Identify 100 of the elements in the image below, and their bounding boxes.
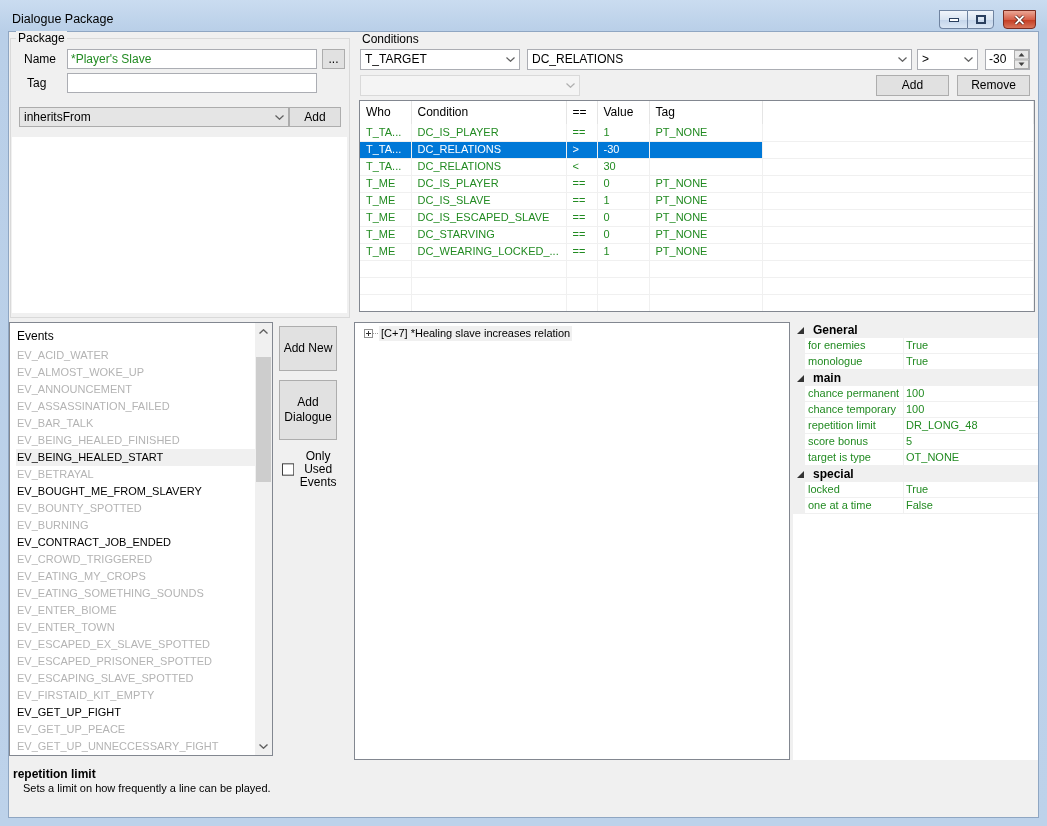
name-label: Name [24, 51, 56, 66]
action-button[interactable]: Add Dialogue [279, 380, 337, 440]
table-cell: DC_IS_PLAYER [411, 175, 566, 192]
table-cell: T_ME [360, 175, 411, 192]
chevron-down-icon [898, 57, 907, 62]
property-value[interactable]: True [904, 338, 1038, 354]
table-cell: T_TA... [360, 124, 411, 141]
name-field[interactable]: *Player's Slave [67, 49, 317, 69]
property-name: locked [805, 482, 904, 498]
table-cell: == [566, 243, 597, 260]
window-title: Dialogue Package [12, 12, 115, 26]
chevron-down-icon [275, 114, 284, 120]
column-header[interactable]: Value [597, 101, 649, 124]
property-value[interactable]: 100 [904, 386, 1038, 402]
add-button[interactable]: Add [289, 107, 341, 127]
table-cell: T_ME [360, 209, 411, 226]
action-button[interactable]: Add New [279, 326, 337, 371]
spin-arrows-icon[interactable] [1014, 50, 1029, 69]
category-row[interactable]: General [793, 322, 1038, 338]
table-cell: PT_NONE [649, 209, 762, 226]
table-cell: PT_NONE [649, 243, 762, 260]
checkbox[interactable] [282, 463, 295, 476]
property-value[interactable]: DR_LONG_48 [904, 418, 1038, 434]
table-cell: DC_IS_SLAVE [411, 192, 566, 209]
property-row[interactable]: monologue True [793, 354, 1038, 370]
chevron-down-icon [566, 83, 575, 88]
event-item[interactable]: EV_BOUGHT_ME_FROM_SLAVERY [16, 483, 255, 500]
property-value[interactable]: True [904, 482, 1038, 498]
scrollbar-thumb[interactable] [256, 357, 271, 482]
column-header[interactable]: Tag [649, 101, 762, 124]
table-cell: DC_STARVING [411, 226, 566, 243]
section-title: Conditions [361, 32, 420, 46]
property-name: monologue [805, 354, 904, 370]
help-description: Sets a limit on how frequently a line can be played. [22, 781, 271, 795]
maximize-button[interactable] [967, 10, 994, 29]
property-value[interactable]: False [904, 498, 1038, 514]
property-row[interactable]: one at a time False [793, 498, 1038, 514]
condition-dropdown[interactable]: DC_RELATIONS [527, 49, 912, 70]
property-row[interactable]: locked True [793, 482, 1038, 498]
table-cell: DC_IS_ESCAPED_SLAVE [411, 209, 566, 226]
category-label: special [813, 467, 854, 481]
checkbox-label[interactable]: Only Used Events [299, 450, 337, 489]
chevron-down-icon [964, 57, 973, 62]
table-cell: < [566, 158, 597, 175]
tree-node[interactable]: [C+7] *Healing slave increases relation [379, 326, 573, 341]
property-value[interactable]: True [904, 354, 1038, 370]
table-cell: T_ME [360, 226, 411, 243]
minimize-button[interactable] [939, 10, 967, 29]
property-value[interactable]: 5 [904, 434, 1038, 450]
scroll-down-icon[interactable] [259, 744, 268, 749]
table-cell: DC_IS_PLAYER [411, 124, 566, 141]
table-cell: PT_NONE [649, 124, 762, 141]
table-cell: T_ME [360, 192, 411, 209]
group-title: Package [16, 31, 67, 45]
triangle-icon[interactable] [797, 470, 804, 478]
minimize-icon [948, 17, 959, 22]
scrollbar[interactable] [255, 323, 272, 755]
column-header[interactable]: == [566, 101, 597, 124]
property-row[interactable]: chance permanent 100 [793, 386, 1038, 402]
inherits-dropdown[interactable]: inheritsFrom [19, 107, 289, 127]
event-item[interactable]: EV_BEING_HEALED_START [16, 449, 255, 466]
table-cell: PT_NONE [649, 175, 762, 192]
category-row[interactable]: special [793, 466, 1038, 482]
column-header[interactable]: Condition [411, 101, 566, 124]
browse-button[interactable]: ... [322, 49, 345, 69]
property-row[interactable]: for enemies True [793, 338, 1038, 354]
property-row[interactable]: chance temporary 100 [793, 402, 1038, 418]
property-value[interactable]: 100 [904, 402, 1038, 418]
table-cell: PT_NONE [649, 192, 762, 209]
property-row[interactable]: score bonus 5 [793, 434, 1038, 450]
property-row[interactable]: target is type OT_NONE [793, 450, 1038, 466]
operator-dropdown[interactable]: > [917, 49, 978, 70]
expand-plus-icon[interactable] [364, 329, 379, 338]
triangle-icon[interactable] [797, 326, 804, 334]
condition-row[interactable]: T_TA... DC_IS_PLAYER == 1 PT_NONE [360, 124, 1034, 141]
table-cell: DC_RELATIONS [411, 158, 566, 175]
property-value[interactable]: OT_NONE [904, 450, 1038, 466]
help-title: repetition limit [13, 767, 96, 781]
category-row[interactable]: main [793, 370, 1038, 386]
close-button[interactable] [1003, 10, 1036, 29]
table-cell: 30 [597, 158, 649, 175]
table-cell: 0 [597, 226, 649, 243]
triangle-icon[interactable] [797, 374, 804, 382]
tag-field[interactable] [67, 73, 317, 93]
scroll-up-icon[interactable] [259, 329, 268, 334]
category-label: General [813, 323, 858, 337]
table-cell: == [566, 192, 597, 209]
category-label: main [813, 371, 841, 385]
property-name: score bonus [805, 434, 904, 450]
add-button[interactable]: Add [876, 75, 949, 96]
list-header: Events [16, 328, 54, 345]
event-item[interactable]: EV_GET_UP_FIGHT [16, 704, 255, 721]
table-cell: 1 [597, 124, 649, 141]
value-spinner[interactable]: -30 [985, 49, 1030, 70]
property-row[interactable]: repetition limit DR_LONG_48 [793, 418, 1038, 434]
who-dropdown[interactable]: T_TARGET [360, 49, 520, 70]
table-cell: T_ME [360, 243, 411, 260]
event-item[interactable]: EV_CONTRACT_JOB_ENDED [16, 534, 255, 551]
property-name: chance permanent [805, 386, 904, 402]
remove-button[interactable]: Remove [957, 75, 1030, 96]
